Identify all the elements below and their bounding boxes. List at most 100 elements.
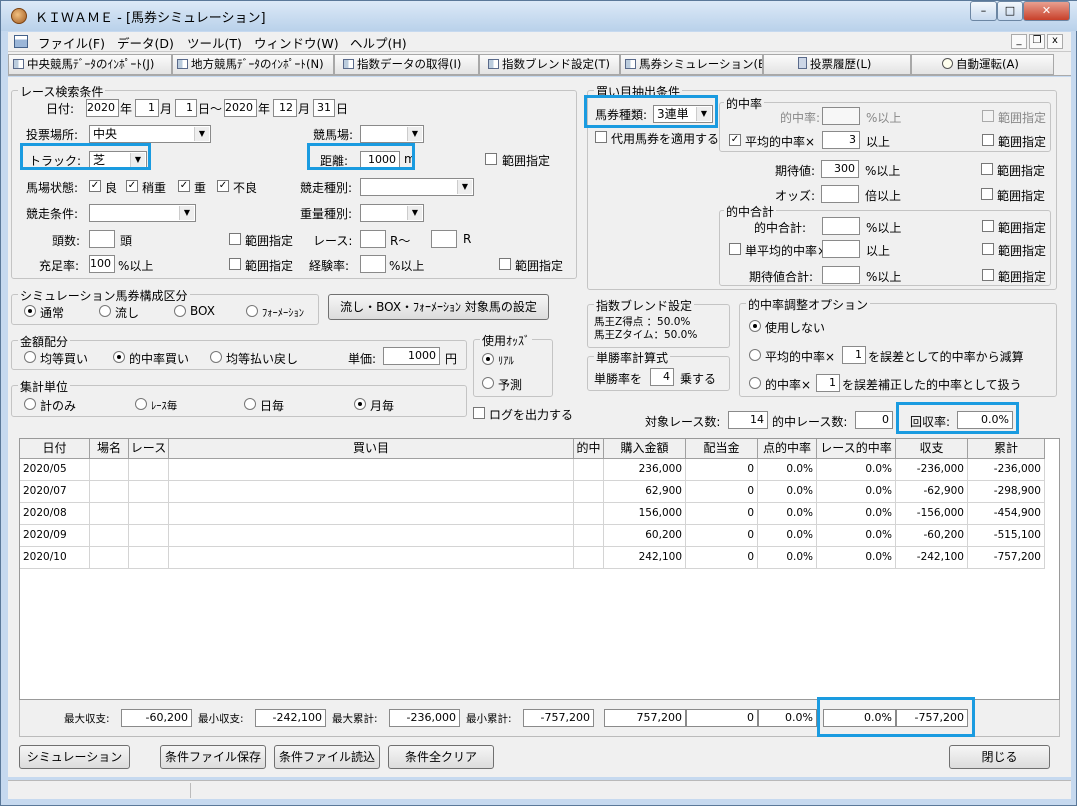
adjust-none-radio[interactable]: [749, 320, 761, 332]
col-header[interactable]: 場名: [90, 439, 129, 459]
table-row[interactable]: 2020/05 236,000 0 0.0% 0.0% -236,000 -23…: [20, 459, 1045, 481]
single-avg-checkbox[interactable]: [729, 243, 741, 255]
adjust-correct-radio[interactable]: [749, 377, 761, 389]
ticket-sim-button[interactable]: 馬券シミュレーション(B): [620, 54, 763, 75]
sim-box-radio[interactable]: [174, 305, 186, 317]
col-header[interactable]: 的中: [574, 439, 604, 459]
win-rate-input[interactable]: 4: [650, 368, 674, 386]
expect-sum-range-checkbox[interactable]: [982, 269, 994, 281]
table-row[interactable]: 2020/07 62,900 0 0.0% 0.0% -62,900 -298,…: [20, 481, 1045, 503]
venue-select[interactable]: 中央: [89, 125, 211, 143]
hit-rate-input[interactable]: [822, 107, 860, 125]
alloc-hitrate-radio[interactable]: [113, 351, 125, 363]
menu-data[interactable]: データ(D): [117, 33, 174, 52]
fill-range-checkbox[interactable]: [229, 258, 241, 270]
table-row[interactable]: 2020/08 156,000 0 0.0% 0.0% -156,000 -45…: [20, 503, 1045, 525]
agg-race-radio[interactable]: [135, 398, 147, 410]
vertical-scrollbar[interactable]: [1045, 439, 1059, 699]
to-day-input[interactable]: 31: [313, 99, 335, 117]
heads-input[interactable]: [89, 230, 115, 248]
unit-price-input[interactable]: 1000: [383, 347, 440, 365]
condition-yielding-checkbox[interactable]: ✓: [126, 180, 138, 192]
single-avg-range-checkbox[interactable]: [982, 243, 994, 255]
adjust-subtract-input[interactable]: 1: [842, 346, 866, 364]
race-type-select[interactable]: [360, 178, 474, 196]
auto-run-button[interactable]: 自動運転(A): [911, 54, 1054, 75]
menu-help[interactable]: ヘルプ(H): [350, 33, 407, 52]
exp-input[interactable]: [360, 255, 386, 273]
distance-range-checkbox[interactable]: [485, 153, 497, 165]
adjust-correct-input[interactable]: 1: [816, 374, 840, 392]
expect-sum-input[interactable]: [822, 266, 860, 284]
maximize-button[interactable]: □: [997, 1, 1023, 21]
sim-formation-radio[interactable]: [246, 305, 258, 317]
table-row[interactable]: 2020/09 60,200 0 0.0% 0.0% -60,200 -515,…: [20, 525, 1045, 547]
sim-normal-radio[interactable]: [24, 305, 36, 317]
race-to-input[interactable]: [431, 230, 457, 248]
sim-nagashi-radio[interactable]: [99, 305, 111, 317]
odds-filter-input[interactable]: [821, 185, 859, 203]
menu-tools[interactable]: ツール(T): [187, 33, 242, 52]
mdi-minimize-button[interactable]: _: [1011, 34, 1027, 49]
results-table[interactable]: 日付 場名 レース 買い目 的中 購入金額 配当金 点的中率 レース的中率 収支…: [19, 438, 1060, 700]
condition-heavy-checkbox[interactable]: ✓: [217, 180, 229, 192]
from-day-input[interactable]: 1: [175, 99, 197, 117]
avg-hit-range-checkbox[interactable]: [982, 134, 994, 146]
close-button[interactable]: ✕: [1023, 1, 1070, 21]
condition-soft-checkbox[interactable]: ✓: [178, 180, 190, 192]
expect-range-checkbox[interactable]: [981, 163, 993, 175]
from-year-input[interactable]: 2020: [86, 99, 119, 117]
col-header[interactable]: 購入金額: [604, 439, 686, 459]
table-row[interactable]: 2020/10 242,100 0 0.0% 0.0% -242,100 -75…: [20, 547, 1045, 569]
condition-good-checkbox[interactable]: ✓: [89, 180, 101, 192]
mdi-restore-button[interactable]: ❐: [1029, 34, 1045, 49]
to-month-input[interactable]: 12: [273, 99, 297, 117]
sum-hit-range-checkbox[interactable]: [982, 220, 994, 232]
race-from-input[interactable]: [360, 230, 386, 248]
col-header[interactable]: 配当金: [686, 439, 758, 459]
agg-day-radio[interactable]: [244, 398, 256, 410]
col-header[interactable]: レース的中率: [817, 439, 896, 459]
odds-forecast-radio[interactable]: [482, 377, 494, 389]
odds-range-checkbox[interactable]: [981, 188, 993, 200]
sum-hit-input[interactable]: [822, 217, 860, 235]
menu-window[interactable]: ウィンドウ(W): [254, 33, 339, 52]
menu-file[interactable]: ファイル(F): [38, 33, 105, 52]
mdi-close-button[interactable]: x: [1047, 34, 1063, 49]
load-conditions-button[interactable]: 条件ファイル読込: [274, 745, 380, 769]
expect-input[interactable]: 300: [821, 160, 859, 178]
minimize-button[interactable]: –: [970, 1, 997, 21]
avg-hit-checkbox[interactable]: ✓: [729, 134, 741, 146]
clear-conditions-button[interactable]: 条件全クリア: [388, 745, 494, 769]
fill-input[interactable]: 100: [89, 255, 115, 273]
vote-history-button[interactable]: 投票履歴(L): [763, 54, 911, 75]
col-header[interactable]: 収支: [896, 439, 968, 459]
col-header[interactable]: 点的中率: [758, 439, 817, 459]
save-conditions-button[interactable]: 条件ファイル保存: [160, 745, 266, 769]
log-output-checkbox[interactable]: [473, 407, 485, 419]
heads-range-checkbox[interactable]: [229, 233, 241, 245]
agg-month-radio[interactable]: [354, 398, 366, 410]
index-blend-button[interactable]: 指数ブレンド設定(T): [479, 54, 620, 75]
race-cond-select[interactable]: [89, 204, 196, 222]
alloc-even-radio[interactable]: [24, 351, 36, 363]
single-avg-input[interactable]: [822, 240, 860, 258]
to-year-input[interactable]: 2020: [224, 99, 257, 117]
odds-real-radio[interactable]: [482, 353, 494, 365]
weight-select[interactable]: [360, 204, 424, 222]
import-local-button[interactable]: 地方競馬ﾃﾞｰﾀのｲﾝﾎﾟｰﾄ(N): [172, 54, 334, 75]
hit-rate-range-checkbox[interactable]: [982, 110, 994, 122]
agg-total-radio[interactable]: [24, 398, 36, 410]
simulate-button[interactable]: シミュレーション: [19, 745, 130, 769]
col-header[interactable]: 累計: [968, 439, 1045, 459]
fetch-index-button[interactable]: 指数データの取得(I): [334, 54, 479, 75]
close-form-button[interactable]: 閉じる: [949, 745, 1050, 769]
col-header[interactable]: 日付: [20, 439, 90, 459]
alloc-refund-radio[interactable]: [210, 351, 222, 363]
col-header[interactable]: 買い目: [169, 439, 574, 459]
target-horse-settings-button[interactable]: 流し・BOX・ﾌｫｰﾒｰｼｮﾝ 対象馬の設定: [328, 294, 549, 320]
exp-range-checkbox[interactable]: [499, 258, 511, 270]
adjust-subtract-radio[interactable]: [749, 349, 761, 361]
col-header[interactable]: レース: [129, 439, 169, 459]
course-select[interactable]: [360, 125, 424, 143]
